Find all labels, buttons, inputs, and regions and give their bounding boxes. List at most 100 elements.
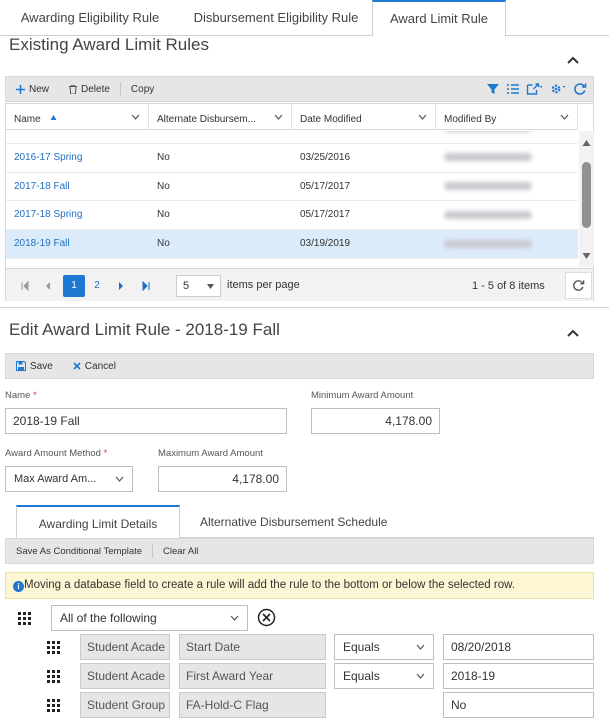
- row-modified-by-blurred: [436, 201, 578, 229]
- table-row[interactable]: 2017-18 Fall No 05/17/2017: [6, 173, 578, 202]
- previous-page-icon[interactable]: [37, 275, 59, 297]
- column-header-date-modified[interactable]: Date Modified: [292, 104, 436, 130]
- tab-alternative-disbursement-schedule[interactable]: Alternative Disbursement Schedule: [200, 505, 387, 538]
- row-date-modified: 03/19/2019: [300, 238, 351, 250]
- info-message: i Moving a database field to create a rul…: [5, 572, 594, 599]
- tab-awarding-limit-details[interactable]: Awarding Limit Details: [16, 505, 180, 539]
- row-alternate: No: [157, 238, 170, 250]
- last-page-icon[interactable]: [135, 275, 157, 297]
- rule-value-input[interactable]: No: [443, 692, 594, 718]
- rule-operator-dropdown[interactable]: Equals: [334, 634, 434, 660]
- refresh-icon: [573, 280, 585, 291]
- rule-entity: Student Acade: [80, 663, 170, 689]
- row-name[interactable]: 2016-17 Fall: [6, 131, 149, 143]
- table-row[interactable]: 2017-18 Spring No 05/17/2017: [6, 201, 578, 231]
- tab-awarding-eligibility-rule[interactable]: Awarding Eligibility Rule: [0, 0, 180, 36]
- delete-button[interactable]: Delete: [59, 77, 120, 101]
- save-button[interactable]: Save: [6, 354, 63, 378]
- chevron-down-icon: [416, 673, 425, 679]
- rule-operator-dropdown[interactable]: Equals: [334, 663, 434, 689]
- rule-field: First Award Year: [179, 663, 326, 689]
- collapse-edit-chevron-up-icon[interactable]: [565, 325, 581, 341]
- refresh-icon[interactable]: [573, 82, 587, 96]
- remove-group-close-icon[interactable]: [257, 608, 276, 627]
- minimum-award-label: Minimum Award Amount: [311, 390, 414, 401]
- drag-handle-grid-icon[interactable]: [47, 641, 60, 654]
- column-header-alternate-disbursement[interactable]: Alternate Disbursem...: [149, 104, 292, 130]
- scroll-down-arrow-icon[interactable]: [582, 252, 591, 260]
- trash-icon: [69, 84, 78, 94]
- caret-down-icon: [207, 284, 214, 289]
- close-icon: [73, 362, 81, 370]
- existing-rules-title: Existing Award Limit Rules: [9, 35, 209, 54]
- column-header-date-label: Date Modified: [300, 114, 362, 125]
- column-header-modified-by[interactable]: Modified By: [436, 104, 578, 130]
- maximum-award-input[interactable]: 4,178.00: [158, 466, 287, 492]
- page-1-button[interactable]: 1: [63, 275, 85, 297]
- award-method-dropdown[interactable]: Max Award Am...: [5, 466, 133, 492]
- filter-icon[interactable]: [486, 82, 500, 96]
- collapse-existing-chevron-up-icon[interactable]: [565, 52, 581, 68]
- pager-info: 1 - 5 of 8 items: [472, 280, 545, 292]
- chevron-down-icon: [274, 114, 283, 120]
- row-modified-by-blurred: [436, 144, 578, 172]
- section-divider: [0, 307, 609, 308]
- row-name[interactable]: 2016-17 Spring: [6, 144, 149, 172]
- drag-handle-grid-icon[interactable]: [18, 612, 31, 625]
- minimum-award-input[interactable]: 4,178.00: [311, 408, 440, 434]
- chevron-down-icon: [418, 114, 427, 120]
- grid-scrollbar[interactable]: [579, 131, 594, 267]
- maximum-award-label: Maximum Award Amount: [158, 448, 263, 459]
- row-name[interactable]: 2018-19 Fall: [6, 230, 149, 258]
- row-name[interactable]: 2017-18 Fall: [6, 173, 149, 201]
- chevron-down-icon: [416, 644, 425, 650]
- export-icon[interactable]: [526, 82, 543, 96]
- next-page-icon[interactable]: [110, 275, 132, 297]
- new-button-label: New: [29, 83, 50, 95]
- row-modified-by-blurred: [436, 131, 578, 143]
- column-header-name[interactable]: Name: [6, 104, 149, 130]
- award-method-label: Award Amount Method *: [5, 448, 107, 459]
- rule-field: FA-Hold-C Flag: [179, 692, 326, 718]
- drag-handle-grid-icon[interactable]: [47, 699, 60, 712]
- first-page-icon[interactable]: [14, 275, 36, 297]
- table-row[interactable]: 2016-17 Spring No 03/25/2016: [6, 144, 578, 173]
- table-row-selected[interactable]: 2018-19 Fall No 03/19/2019: [6, 230, 578, 259]
- save-button-label: Save: [30, 360, 53, 372]
- award-method-value: Max Award Am...: [14, 473, 97, 485]
- page-2-button[interactable]: 2: [86, 275, 108, 297]
- drag-handle-grid-icon[interactable]: [47, 670, 60, 683]
- rule-operator-value: Equals: [343, 669, 380, 683]
- required-asterisk: *: [32, 390, 37, 401]
- chevron-down-icon: [230, 615, 239, 621]
- rule-value-input[interactable]: 08/20/2018: [443, 634, 594, 660]
- chevron-down-icon: [115, 476, 124, 482]
- scroll-up-arrow-icon[interactable]: [582, 139, 591, 147]
- save-as-conditional-template-button[interactable]: Save As Conditional Template: [6, 539, 152, 563]
- tab-award-limit-rule[interactable]: Award Limit Rule: [372, 0, 506, 37]
- grid-header: Name Alternate Disbursem... Date Modifie…: [6, 104, 578, 130]
- copy-button[interactable]: Copy: [121, 77, 164, 101]
- scrollbar-thumb[interactable]: [582, 162, 591, 228]
- rule-operator-value: Equals: [343, 640, 380, 654]
- name-label-text: Name: [5, 390, 31, 401]
- rule-value-input[interactable]: 2018-19: [443, 663, 594, 689]
- cancel-button-label: Cancel: [84, 360, 116, 372]
- tab-disbursement-eligibility-rule[interactable]: Disbursement Eligibility Rule: [180, 0, 372, 36]
- row-name[interactable]: 2017-18 Spring: [6, 201, 149, 229]
- row-alternate: No: [157, 180, 170, 192]
- clear-all-button[interactable]: Clear All: [153, 539, 208, 563]
- gear-icon[interactable]: [549, 82, 567, 96]
- page-size-select[interactable]: 5: [176, 275, 221, 297]
- plus-icon: [16, 84, 25, 94]
- delete-button-label: Delete: [81, 83, 110, 95]
- name-input[interactable]: 2018-19 Fall: [5, 408, 287, 434]
- items-per-page-label: items per page: [227, 279, 300, 291]
- pager-refresh-button[interactable]: [565, 272, 592, 299]
- column-list-icon[interactable]: [506, 82, 520, 96]
- cancel-button[interactable]: Cancel: [63, 354, 126, 378]
- new-button[interactable]: New: [6, 77, 59, 101]
- award-method-label-text: Award Amount Method: [5, 448, 101, 459]
- group-condition-dropdown[interactable]: All of the following: [51, 605, 248, 631]
- table-row[interactable]: 2016-17 Fall No 03/25/2016: [6, 131, 578, 144]
